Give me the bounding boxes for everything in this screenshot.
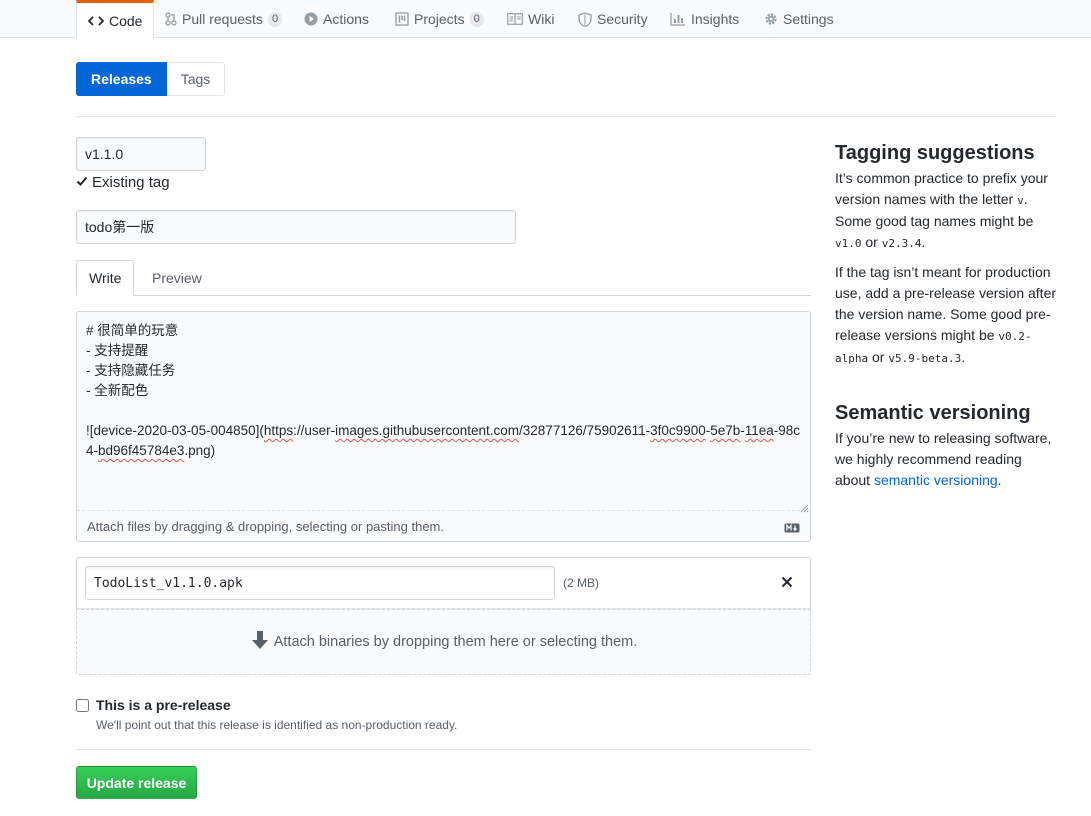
tab-actions-label: Actions [323,11,369,27]
tab-insights[interactable]: Insights [670,0,739,38]
release-assets: TodoList_v1.1.0.apk (2 MB) Attach binari… [76,557,811,675]
semantic-versioning-title: Semantic versioning [835,402,1031,424]
tab-insights-label: Insights [691,11,740,27]
tab-actions[interactable]: Actions [304,0,369,38]
body-image-link: ![device-2020-03-05-004850](https://user… [86,423,801,458]
tab-code-label: Code [109,13,143,29]
semantic-versioning-text: If you’re new to releasing software, we … [835,430,1052,488]
tab-security-label: Security [597,11,648,27]
update-release-button[interactable]: Update release [76,766,197,799]
shield-icon [578,11,592,27]
tab-preview[interactable]: Preview [140,260,214,296]
resize-handle-icon[interactable] [799,500,809,513]
gear-icon [764,12,778,26]
tab-pull-requests[interactable]: Pull requests 0 [165,0,283,38]
asset-size: (2 MB) [563,576,599,590]
pull-requests-count: 0 [267,11,283,27]
tab-wiki-label: Wiki [528,11,555,27]
semantic-versioning-link[interactable]: semantic versioning [874,472,998,488]
attach-files-bar[interactable]: Attach files by dragging & dropping, sel… [77,510,810,541]
tag-status-label: Existing tag [92,174,170,191]
check-icon [76,174,88,191]
binary-drop-zone[interactable]: Attach binaries by dropping them here or… [76,609,811,675]
markdown-icon[interactable] [784,521,800,536]
book-icon [507,13,523,25]
remove-asset-icon[interactable] [778,573,796,591]
asset-row: TodoList_v1.1.0.apk (2 MB) [77,558,810,609]
releases-subnav: Releases Tags [76,62,226,96]
body-line: - 支持提醒 [86,343,149,358]
graph-icon [670,12,686,26]
tags-tab[interactable]: Tags [166,62,226,96]
releases-tab[interactable]: Releases [76,62,167,96]
body-line: # 很简单的玩意 [86,323,179,338]
body-line: - 支持隐藏任务 [86,363,176,378]
divider [76,749,811,750]
tab-projects[interactable]: Projects 0 [395,0,484,38]
arrow-down-icon [250,630,270,654]
drop-zone-hint: Attach binaries by dropping them here or… [273,634,638,650]
tab-write[interactable]: Write [76,260,135,296]
tagging-suggestions-title: Tagging suggestions [835,142,1035,164]
play-icon [304,12,318,26]
tab-security[interactable]: Security [578,0,648,38]
release-notes-editor[interactable]: # 很简单的玩意 - 支持提醒 - 支持隐藏任务 - 全新配色 ![device-202… [76,311,811,542]
asset-filename-input[interactable]: TodoList_v1.1.0.apk [85,566,555,600]
prerelease-suggestions-text: If the tag isn’t meant for production us… [835,264,1057,365]
tab-code[interactable]: Code [76,0,155,39]
release-notes-textarea[interactable]: # 很简单的玩意 - 支持提醒 - 支持隐藏任务 - 全新配色 ![device-202… [77,312,810,510]
tab-projects-label: Projects [414,11,465,27]
tab-settings-label: Settings [783,11,834,27]
attach-files-hint: Attach files by dragging & dropping, sel… [87,518,444,534]
body-line: - 全新配色 [86,383,149,398]
code-icon [88,14,104,28]
projects-count: 0 [469,11,484,27]
tag-version-input[interactable]: v1.1.0 [76,137,206,171]
tag-status: Existing tag [76,174,170,191]
tagging-suggestions-text: It’s common practice to prefix your vers… [835,170,1048,250]
release-title-input[interactable]: todo第一版 [76,210,516,244]
repo-nav: Code Pull requests 0 Actions Projects 0 … [0,0,1091,39]
prerelease-note: We'll point out that this release is ide… [96,718,458,732]
divider [76,116,1056,117]
tab-pull-requests-label: Pull requests [182,11,263,27]
prerelease-checkbox[interactable] [76,699,89,712]
tab-settings[interactable]: Settings [764,0,834,38]
tab-wiki[interactable]: Wiki [507,0,554,38]
pull-request-icon [165,12,177,26]
prerelease-label[interactable]: This is a pre-release [96,697,231,713]
project-icon [395,12,409,26]
